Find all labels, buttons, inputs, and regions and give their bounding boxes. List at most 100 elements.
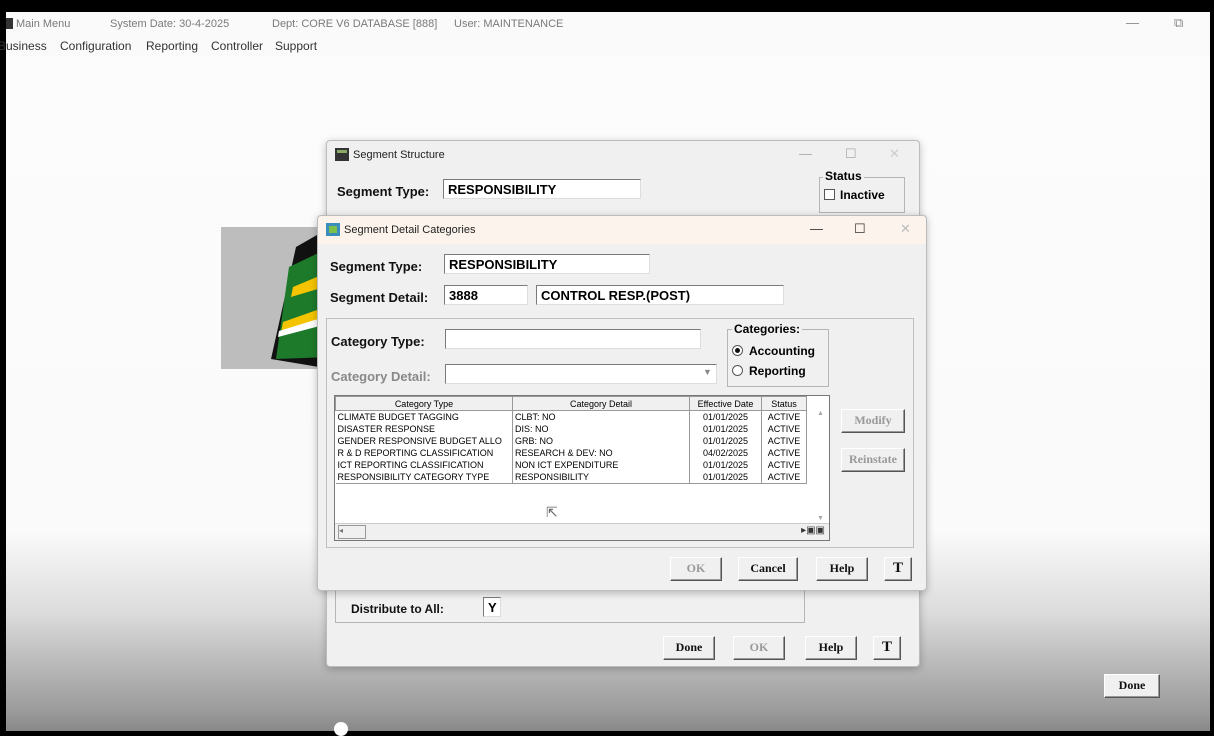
- horizontal-scrollbar[interactable]: ◂ ▸▣▣: [335, 523, 829, 540]
- radio-reporting[interactable]: Reporting: [732, 364, 806, 378]
- cell-effective-date: 01/01/2025: [689, 471, 762, 484]
- cell-status: ACTIVE: [761, 410, 807, 423]
- maximize-icon[interactable]: ☐: [845, 146, 857, 162]
- desktop-screen: Main Menu System Date: 30-4-2025 Dept: C…: [0, 12, 1210, 736]
- cancel-button[interactable]: Cancel: [738, 557, 798, 581]
- radio-selected-icon: [732, 345, 743, 356]
- help-button[interactable]: Help: [805, 636, 857, 660]
- minimize-button[interactable]: —: [1126, 15, 1139, 30]
- segment-detail-label: Segment Detail:: [330, 290, 429, 305]
- chevron-down-icon[interactable]: ▼: [703, 367, 712, 377]
- window-app-icon: [335, 148, 349, 161]
- restore-button[interactable]: ⧉: [1174, 15, 1183, 31]
- cell-category-type: R & D REPORTING CLASSIFICATION: [335, 447, 513, 459]
- col-effective-date[interactable]: Effective Date: [689, 396, 762, 411]
- reinstate-button[interactable]: Reinstate: [841, 448, 905, 472]
- table-row[interactable]: GENDER RESPONSIVE BUDGET ALLO GRB: NO 01/0…: [335, 435, 807, 447]
- categories-groupbox: Categories: Accounting Reporting: [727, 322, 829, 387]
- radio-accounting-label: Accounting: [749, 344, 815, 358]
- cell-category-detail: GRB: NO: [512, 435, 690, 447]
- cell-status: ACTIVE: [761, 459, 807, 471]
- cell-effective-date: 04/02/2025: [689, 447, 762, 459]
- inactive-checkbox[interactable]: Inactive: [824, 188, 885, 202]
- mouse-cursor-icon: ⇱: [546, 504, 558, 520]
- segment-type-label: Segment Type:: [330, 259, 423, 274]
- status-groupbox: Status Inactive: [819, 169, 905, 213]
- window-app-icon: [326, 223, 340, 236]
- table-row[interactable]: ICT REPORTING CLASSIFICATION NON ICT EXPE…: [335, 459, 807, 471]
- record-indicator: [334, 722, 348, 736]
- cell-category-detail: RESPONSIBILITY: [512, 471, 690, 484]
- scroll-up-icon[interactable]: ▲: [817, 410, 824, 417]
- main-done-button[interactable]: Done: [1104, 674, 1160, 698]
- close-icon[interactable]: ✕: [900, 221, 911, 237]
- flag-graphic: [271, 227, 331, 369]
- segment-type-field[interactable]: RESPONSIBILITY: [444, 254, 650, 274]
- segment-type-field[interactable]: RESPONSIBILITY: [443, 179, 641, 199]
- menu-support[interactable]: Support: [275, 39, 317, 53]
- categories-legend: Categories:: [732, 322, 803, 336]
- cell-category-detail: NON ICT EXPENDITURE: [512, 459, 690, 471]
- cell-effective-date: 01/01/2025: [689, 410, 762, 423]
- app-icon: [6, 18, 13, 29]
- close-icon[interactable]: ✕: [889, 146, 900, 162]
- menu-configuration[interactable]: Configuration: [60, 39, 131, 53]
- cell-category-type: CLIMATE BUDGET TAGGING: [335, 410, 513, 423]
- table-row[interactable]: RESPONSIBILITY CATEGORY TYPE RESPONSIBILI…: [335, 471, 807, 484]
- menu-controller[interactable]: Controller: [211, 39, 263, 53]
- table-row[interactable]: DISASTER RESPONSE DIS: NO 01/01/2025 ACTIVE: [335, 423, 807, 435]
- cell-effective-date: 01/01/2025: [689, 435, 762, 447]
- ok-button[interactable]: OK: [670, 557, 722, 581]
- scroll-left-icon[interactable]: ◂: [338, 525, 366, 539]
- segment-type-label: Segment Type:: [337, 184, 430, 199]
- category-detail-label: Category Detail:: [331, 369, 431, 384]
- cell-category-type: GENDER RESPONSIVE BUDGET ALLO: [335, 435, 513, 447]
- table-row[interactable]: R & D REPORTING CLASSIFICATION RESEARCH &…: [335, 447, 807, 459]
- minimize-icon[interactable]: —: [810, 221, 823, 236]
- modify-button[interactable]: Modify: [841, 409, 905, 433]
- user-name: User: MAINTENANCE: [454, 18, 564, 30]
- department: Dept: CORE V6 DATABASE [888]: [272, 18, 438, 30]
- menu-reporting[interactable]: Reporting: [146, 39, 198, 53]
- segment-detail-name-field[interactable]: CONTROL RESP.(POST): [536, 285, 784, 305]
- col-status[interactable]: Status: [761, 396, 807, 411]
- done-button[interactable]: Done: [663, 636, 715, 660]
- categories-table: Category Type Category Detail Effective …: [334, 395, 830, 541]
- main-title-bar: Main Menu System Date: 30-4-2025 Dept: C…: [6, 12, 1210, 36]
- segment-detail-categories-window: Segment Detail Categories — ☐ ✕ Segment …: [317, 215, 927, 591]
- menu-business[interactable]: Business: [0, 39, 47, 53]
- scroll-right-icon[interactable]: ▸▣▣: [801, 525, 825, 536]
- maximize-icon[interactable]: ☐: [854, 221, 866, 237]
- minimize-icon[interactable]: —: [799, 146, 812, 161]
- cell-category-detail: CLBT: NO: [512, 410, 690, 423]
- segment-detail-code-field[interactable]: 3888: [444, 285, 528, 305]
- category-type-field[interactable]: [445, 329, 701, 349]
- cell-category-detail: DIS: NO: [512, 423, 690, 435]
- status-legend: Status: [823, 169, 864, 183]
- cell-status: ACTIVE: [761, 471, 807, 484]
- cell-status: ACTIVE: [761, 435, 807, 447]
- segment-structure-title: Segment Structure: [353, 149, 445, 161]
- cell-category-type: RESPONSIBILITY CATEGORY TYPE: [335, 471, 513, 484]
- vertical-scrollbar[interactable]: ▲ ▼: [815, 410, 827, 522]
- app-title: Main Menu: [16, 18, 71, 30]
- col-category-type[interactable]: Category Type: [335, 396, 513, 411]
- t-button[interactable]: T: [873, 636, 901, 660]
- cell-status: ACTIVE: [761, 447, 807, 459]
- category-detail-dropdown[interactable]: [445, 364, 717, 384]
- distribute-field[interactable]: Y: [483, 597, 501, 617]
- scroll-down-icon[interactable]: ▼: [817, 515, 824, 522]
- table-row[interactable]: CLIMATE BUDGET TAGGING CLBT: NO 01/01/2025…: [335, 410, 807, 423]
- radio-accounting[interactable]: Accounting: [732, 344, 815, 358]
- radio-unselected-icon: [732, 365, 743, 376]
- ok-button[interactable]: OK: [733, 636, 785, 660]
- t-button[interactable]: T: [884, 557, 912, 581]
- cell-effective-date: 01/01/2025: [689, 423, 762, 435]
- inactive-label: Inactive: [840, 188, 885, 202]
- help-button[interactable]: Help: [816, 557, 868, 581]
- col-category-detail[interactable]: Category Detail: [512, 396, 690, 411]
- cell-category-detail: RESEARCH & DEV: NO: [512, 447, 690, 459]
- flag-logo: [221, 227, 331, 369]
- cell-category-type: ICT REPORTING CLASSIFICATION: [335, 459, 513, 471]
- menu-bar: Business Configuration Reporting Control…: [0, 36, 1210, 56]
